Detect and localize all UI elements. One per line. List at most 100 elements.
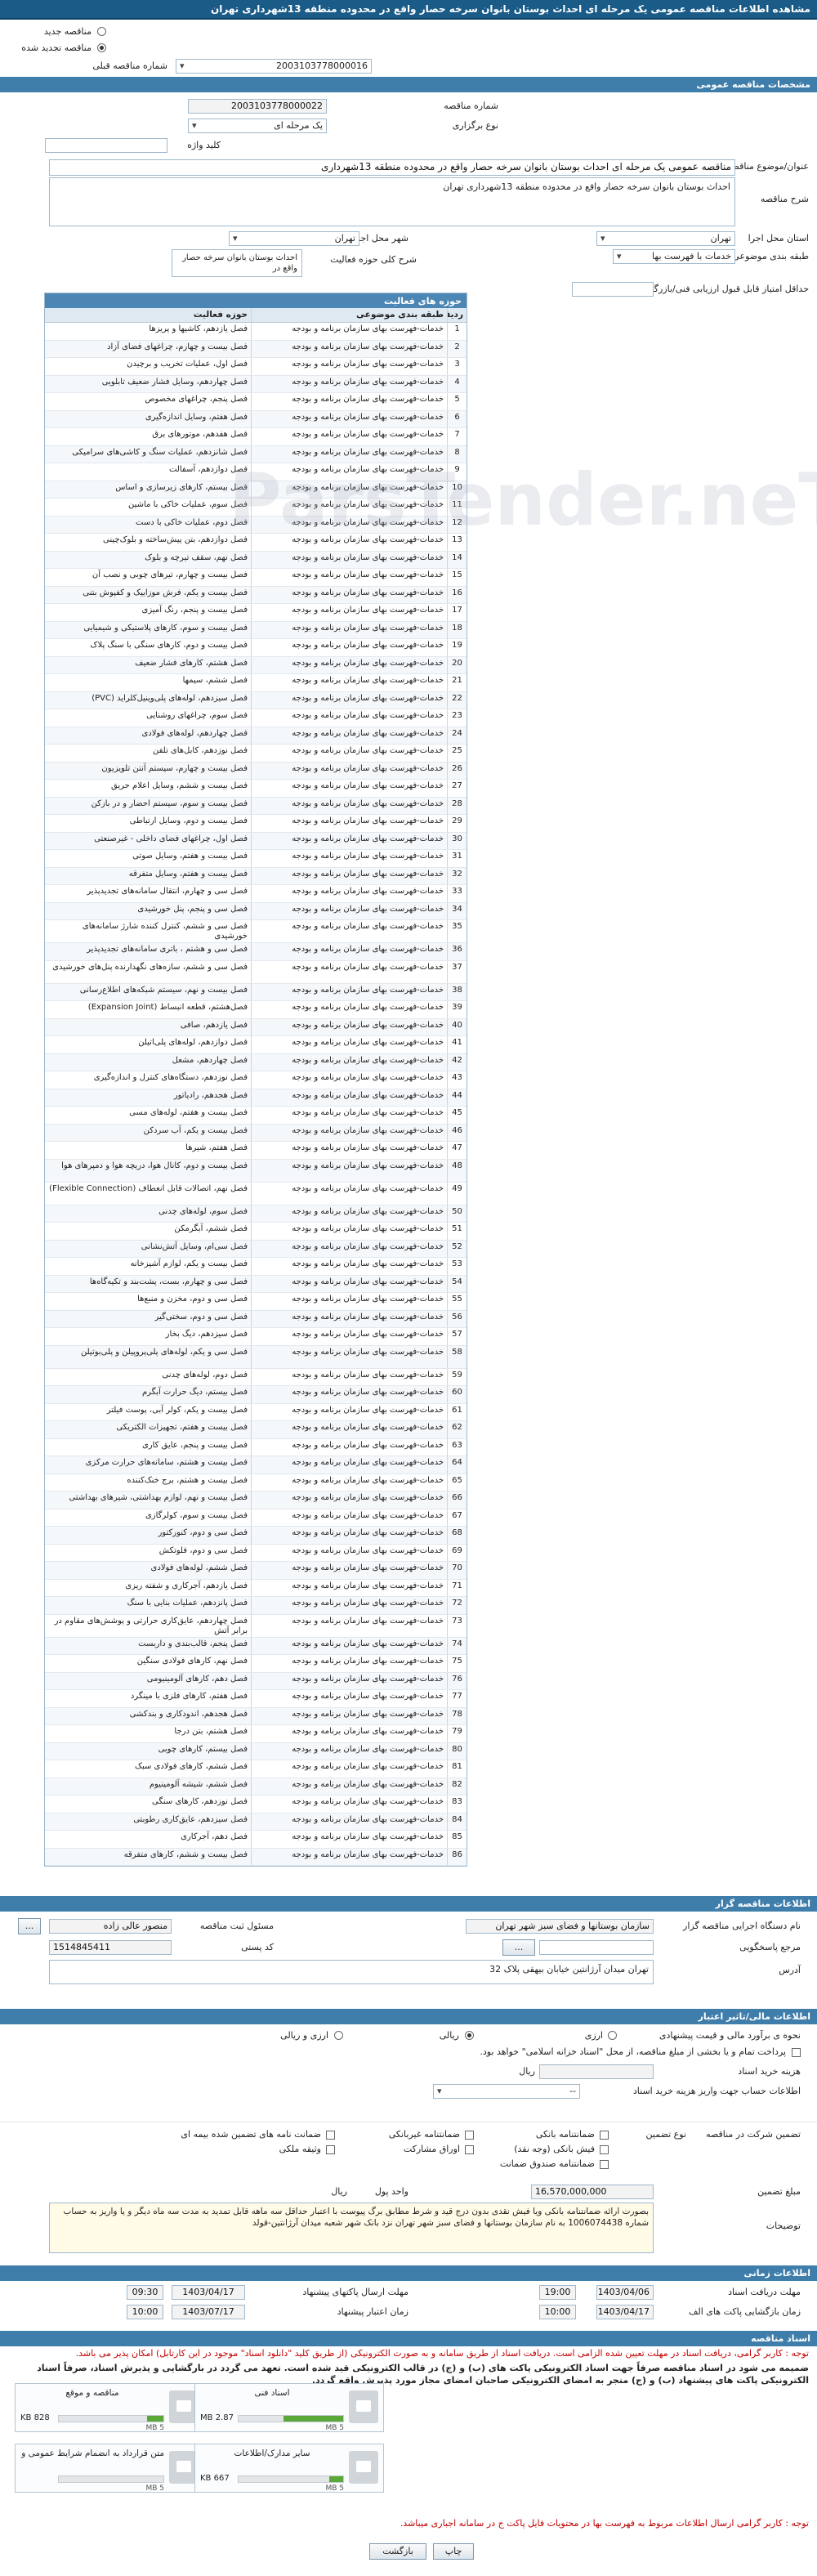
table-row: 44 خدمات-فهرست بهای سازمان برنامه و بودجه… [45,1089,467,1107]
guarantee-form: تضمین شرکت در مناقصه نوع تضمین ضمانتنامه… [0,2122,817,2265]
row-number: 16 [447,586,467,603]
address-field: تهران میدان آرژانتین خیابان بیهقی پلاک 3… [49,1960,654,1984]
activity-scope-field[interactable]: احداث بوستان بانوان سرخه حصار واقع در [172,249,302,277]
doc-file-progress [58,2475,164,2483]
row-activity: فصل بیست و یکم، کولر آبی، پوست فیلتر [106,1405,248,1415]
row-category: خدمات-فهرست بهای سازمان برنامه و بودجه [251,983,447,1000]
city-select[interactable]: تهران [229,231,359,246]
province-select[interactable]: تهران [596,231,735,246]
table-row: 79 خدمات-فهرست بهای سازمان برنامه و بودجه… [45,1725,467,1743]
table-row: 26 خدمات-فهرست بهای سازمان برنامه و بودجه… [45,762,467,780]
subject-field[interactable]: مناقصه عمومی یک مرحله ای احداث بوستان با… [49,159,735,176]
row-category: خدمات-فهرست بهای سازمان برنامه و بودجه [251,481,447,498]
guarantee-property-checkbox[interactable] [326,2145,335,2154]
registrar-lookup-button[interactable]: ... [18,1918,41,1934]
docs-note-3: توجه : کاربر گرامی ارسال اطلاعات مربوط ب… [400,2518,809,2529]
row-activity: فصل دوازدهم، آسفالت [168,465,248,474]
row-number: 73 [447,1614,467,1637]
table-row: 80 خدمات-فهرست بهای سازمان برنامه و بودجه… [45,1742,467,1760]
table-row: 48 خدمات-فهرست بهای سازمان برنامه و بودجه… [45,1159,467,1183]
description-label: شرح مناقصه [760,194,809,204]
holding-type-select[interactable]: یک مرحله ای [188,119,327,133]
doc-file-box[interactable]: اسناد فنی 2.87 MB 5 MB [194,2383,384,2432]
account-select[interactable]: -- [433,2084,580,2099]
doc-file-box[interactable]: متن قرارداد به انضمام شرایط عمومی و خصوص… [15,2444,204,2493]
treasury-checkbox[interactable] [792,2048,801,2057]
row-activity: فصل‌هشتم، قطعه انبساط (Expansion Joint) [87,1003,248,1012]
row-number: 65 [447,1474,467,1491]
row-number: 34 [447,902,467,919]
row-number: 25 [447,745,467,762]
row-activity: فصل سیزدهم، عایق‌کاری رطوبتی [133,1814,248,1824]
guarantee-bond-checkbox[interactable] [326,2131,335,2140]
row-number: 54 [447,1275,467,1292]
row-category: خدمات-فهرست بهای سازمان برنامه و بودجه [251,1053,447,1071]
table-row: 29 خدمات-فهرست بهای سازمان برنامه و بودجه… [45,815,467,833]
guarantee-bank-label: ضمانتنامه بانکی [535,2129,595,2140]
row-category: خدمات-فهرست بهای سازمان برنامه و بودجه [251,1205,447,1222]
row-activity: فصل دهم، آجرکاری [181,1832,248,1841]
timing-section-header: اطلاعات زمانی [0,2265,817,2281]
row-category: خدمات-فهرست بهای سازمان برنامه و بودجه [251,358,447,375]
row-number: 84 [447,1813,467,1830]
renewed-tender-radio[interactable] [97,43,106,52]
row-category: خدمات-فهرست بهای سازمان برنامه و بودجه [251,1223,447,1240]
row-activity: فصل دهم، کارهای آلومینیومی [146,1674,248,1684]
row-number: 44 [447,1089,467,1106]
row-category: خدمات-فهرست بهای سازمان برنامه و بودجه [251,1107,447,1124]
row-category: خدمات-فهرست بهای سازمان برنامه و بودجه [251,1258,447,1275]
row-category: خدمات-فهرست بهای سازمان برنامه و بودجه [251,604,447,621]
print-button[interactable]: چاپ [433,2543,474,2560]
guarantee-fund-checkbox[interactable] [600,2160,609,2169]
row-category: خدمات-فهرست بهای سازمان برنامه و بودجه [251,1742,447,1760]
row-number: 12 [447,516,467,533]
table-row: 24 خدمات-فهرست بهای سازمان برنامه و بودجه… [45,727,467,745]
row-activity: فصل بیست و پنجم، رنگ آمیزی [141,606,248,615]
row-activity: فصل یازدهم، صافی [180,1020,248,1030]
row-category: خدمات-فهرست بهای سازمان برنامه و بودجه [251,1637,447,1654]
row-activity: فصل سی و دوم، مخزن و منبع‌ها [137,1295,248,1304]
estimate-mixed-radio[interactable] [334,2031,343,2040]
keyword-input[interactable] [45,138,167,153]
table-row: 41 خدمات-فهرست بهای سازمان برنامه و بودجه… [45,1036,467,1054]
postal-code-field: 1514845411 [49,1940,172,1955]
prev-number-select[interactable]: 2003103778000016 [176,59,372,74]
currency-unit-value: ریال [331,2186,347,2197]
table-row: 11 خدمات-فهرست بهای سازمان برنامه و بودجه… [45,499,467,517]
table-row: 47 خدمات-فهرست بهای سازمان برنامه و بودجه… [45,1142,467,1160]
guarantee-nonbank-checkbox[interactable] [465,2131,474,2140]
guarantee-bank-checkbox[interactable] [600,2131,609,2140]
activity-table-body: 1 خدمات-فهرست بهای سازمان برنامه و بودجه ف… [45,323,467,1866]
row-activity: فصل بیست و دوم، کانال هوا، دریچه هوا و د… [61,1161,248,1170]
row-number: 47 [447,1142,467,1159]
col-activity: حوزه فعالیت [193,310,248,320]
table-row: 55 خدمات-فهرست بهای سازمان برنامه و بودجه… [45,1293,467,1311]
table-row: 85 خدمات-فهرست بهای سازمان برنامه و بودجه… [45,1831,467,1849]
row-category: خدمات-فهرست بهای سازمان برنامه و بودجه [251,1707,447,1724]
estimate-rial-radio[interactable] [465,2031,474,2040]
doc-file-box[interactable]: مناقصه و موقع 828 KB 5 MB [15,2383,204,2432]
row-activity: فصل نوزدهم، دستگاه‌های کنترل و اندازه‌گی… [93,1073,248,1082]
guarantee-participation-checkbox[interactable] [465,2145,474,2154]
row-activity: فصل بیست و پنجم، عایق کاری [141,1440,248,1450]
row-number: 66 [447,1491,467,1509]
row-activity: فصل ششم، سیمها [182,676,248,685]
table-row: 2 خدمات-فهرست بهای سازمان برنامه و بودجه ف… [45,340,467,358]
validity-label: زمان اعتبار پیشنهاد [337,2306,408,2317]
reference-lookup-button[interactable]: ... [502,1939,535,1956]
tender-number-field: 2003103778000022 [188,99,327,114]
row-activity: فصل هفتم، وسایل اندازه‌گیری [145,412,248,422]
row-activity: فصل هجدهم، رادیاتور [173,1090,248,1100]
row-activity: فصل سی‌ام، وسایل آتش‌نشانی [141,1241,248,1251]
doc-file-box[interactable]: سایر مدارک/اطلاعات 667 KB 5 MB [194,2444,384,2493]
row-number: 81 [447,1760,467,1778]
new-tender-radio[interactable] [97,27,106,36]
city-label: شهر محل اجرا [353,233,408,244]
guarantee-cash-checkbox[interactable] [600,2145,609,2154]
back-button[interactable]: بازگشت [369,2543,426,2560]
category-select[interactable]: خدمات با فهرست بها [613,249,735,264]
estimate-currency-radio[interactable] [608,2031,617,2040]
description-field[interactable]: احداث بوستان بانوان سرخه حصار واقع در مح… [49,177,735,226]
row-activity: فصل سی و ششم، کنترل کننده شارژ سامانه‌ها… [82,922,248,941]
row-activity: فصل پنجم، چراغهای مخصوص [145,395,248,404]
